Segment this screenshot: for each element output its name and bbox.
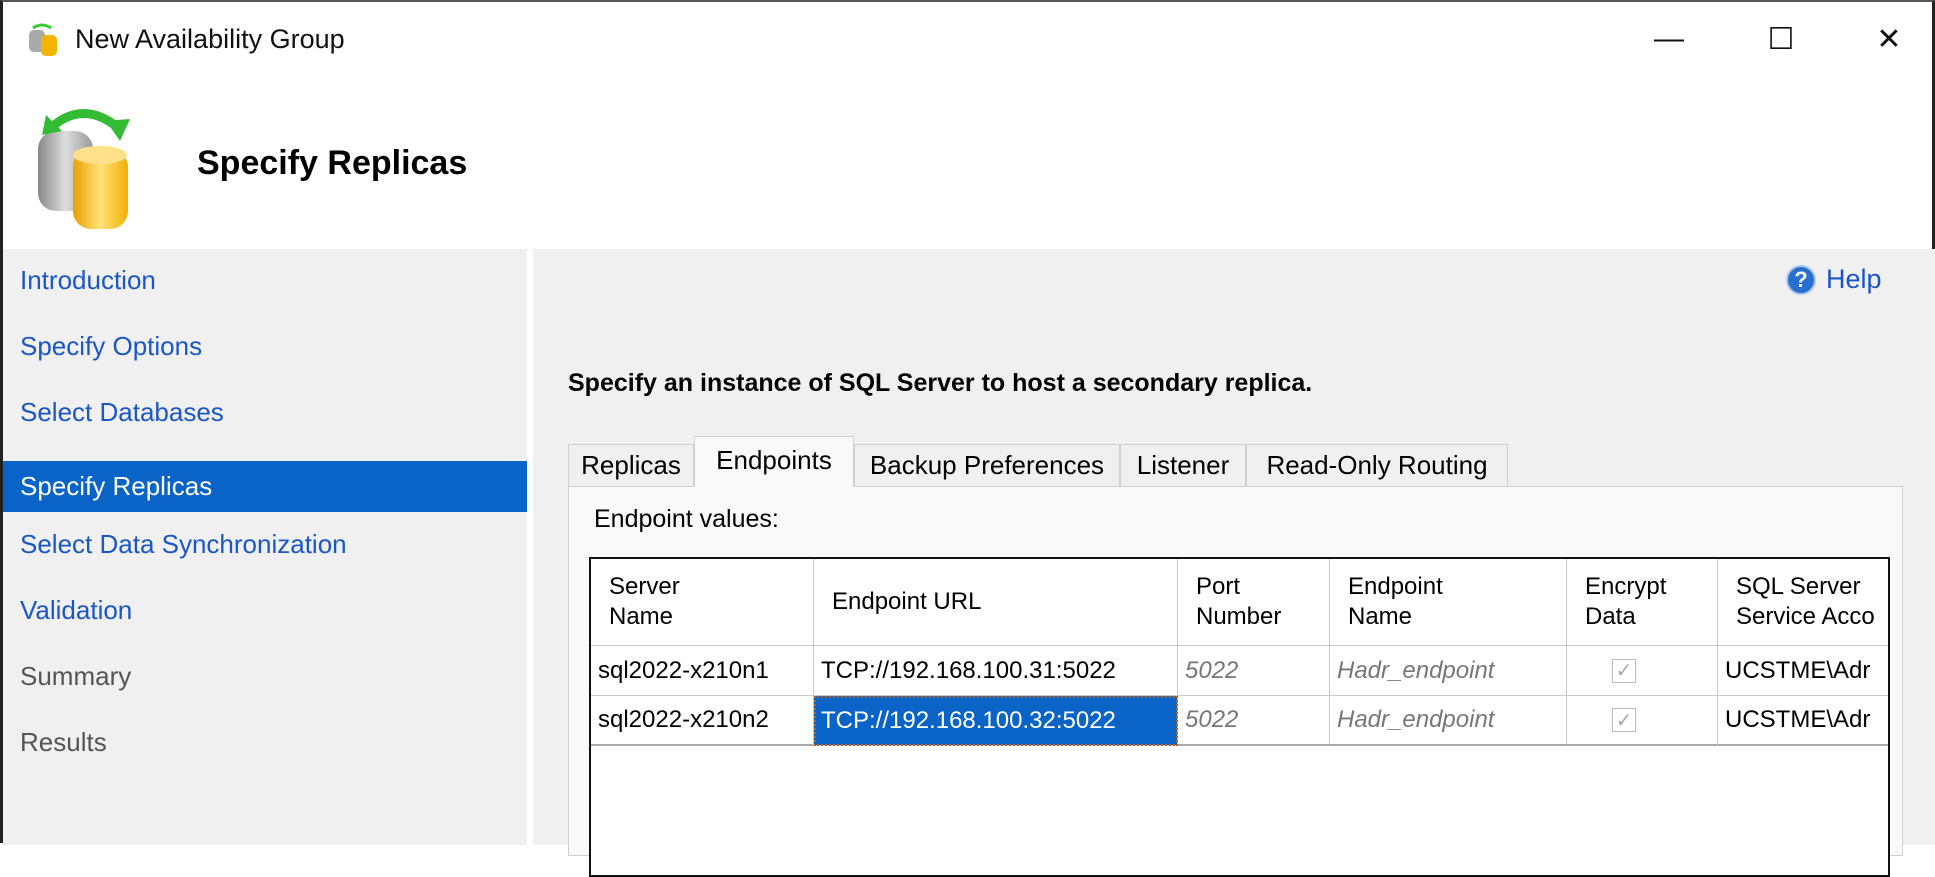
nav-summary: Summary [20,661,132,691]
column-header-service-account[interactable]: SQL Server Service Acco [1718,559,1888,646]
nav-specify-replicas[interactable]: Specify Replicas [3,461,527,512]
column-header-endpoint-url[interactable]: Endpoint URL [814,559,1178,646]
column-header-encrypt-data[interactable]: Encrypt Data [1567,559,1718,646]
nav-select-databases[interactable]: Select Databases [3,387,527,438]
maximize-button[interactable]: ☐ [1751,14,1811,64]
nav-select-data-synchronization[interactable]: Select Data Synchronization [3,519,527,570]
cell-server-name[interactable]: sql2022-x210n2 [591,696,814,746]
close-button[interactable]: ✕ [1859,14,1919,64]
cell-port-number: 5022 [1178,646,1330,696]
tab-listener[interactable]: Listener [1120,444,1246,486]
checkbox-checked-icon: ✓ [1612,658,1636,683]
cell-server-name[interactable]: sql2022-x210n1 [591,646,814,696]
header-line: Endpoint [1348,573,1443,600]
page-title: Specify Replicas [197,144,468,182]
window-title: New Availability Group [75,24,345,54]
cell-endpoint-url-selected[interactable]: TCP://192.168.100.32:5022 [814,696,1178,746]
header-line: SQL Server [1736,573,1861,600]
tab-endpoints[interactable]: Endpoints [694,436,854,487]
column-header-port-number[interactable]: Port Number [1178,559,1330,646]
header-line: Endpoint URL [832,588,982,615]
help-icon: ? [1786,264,1816,295]
header-line: Number [1196,603,1282,630]
header-line: Service Acco [1736,603,1875,630]
header-line: Port [1196,573,1241,600]
header-line: Name [609,603,674,630]
cell-endpoint-name: Hadr_endpoint [1330,646,1567,696]
cell-endpoint-name: Hadr_endpoint [1330,696,1567,746]
wizard-header: Specify Replicas [3,76,1932,249]
tab-replicas[interactable]: Replicas [568,444,694,486]
cell-port-number: 5022 [1178,696,1330,746]
cell-endpoint-url[interactable]: TCP://192.168.100.31:5022 [814,646,1178,696]
endpoint-values-label: Endpoint values: [594,505,779,533]
cell-service-account[interactable]: UCSTME\Adr [1718,696,1888,746]
endpoints-grid[interactable]: Server Name Endpoint URL Port Number Endpo… [589,557,1890,877]
endpoints-panel: Endpoint values: Server Name Endpoint URL… [568,486,1903,877]
nav-results: Results [20,727,107,757]
availability-group-icon [29,23,57,56]
cell-encrypt-data: ✓ [1567,646,1718,696]
nav-validation[interactable]: Validation [3,585,527,636]
tab-backup-preferences[interactable]: Backup Preferences [854,444,1120,486]
cell-encrypt-data: ✓ [1567,696,1718,746]
title-bar: New Availability Group — ☐ ✕ [3,2,1932,76]
column-header-endpoint-name[interactable]: Endpoint Name [1330,559,1567,646]
nav-introduction[interactable]: Introduction [3,255,527,306]
database-replica-icon [38,109,130,229]
cell-service-account[interactable]: UCSTME\Adr [1718,646,1888,696]
checkbox-checked-icon: ✓ [1612,708,1636,732]
header-line: Server [609,573,680,600]
wizard-nav: Introduction Specify Options Select Data… [3,249,527,845]
content-area: ? Help Specify an instance of SQL Server… [533,249,1935,877]
help-label: Help [1826,264,1882,294]
tab-read-only-routing[interactable]: Read-Only Routing [1246,444,1508,486]
wizard-window: New Availability Group — ☐ ✕ Specify Rep… [0,0,1935,877]
header-line: Name [1348,603,1413,630]
minimize-button[interactable]: — [1639,14,1699,64]
column-header-server-name[interactable]: Server Name [591,559,814,646]
instruction-text: Specify an instance of SQL Server to hos… [568,369,1313,397]
header-line: Data [1585,603,1636,630]
header-line: Encrypt [1585,573,1667,600]
help-link[interactable]: ? Help [1786,264,1882,295]
nav-specify-options[interactable]: Specify Options [3,321,527,372]
